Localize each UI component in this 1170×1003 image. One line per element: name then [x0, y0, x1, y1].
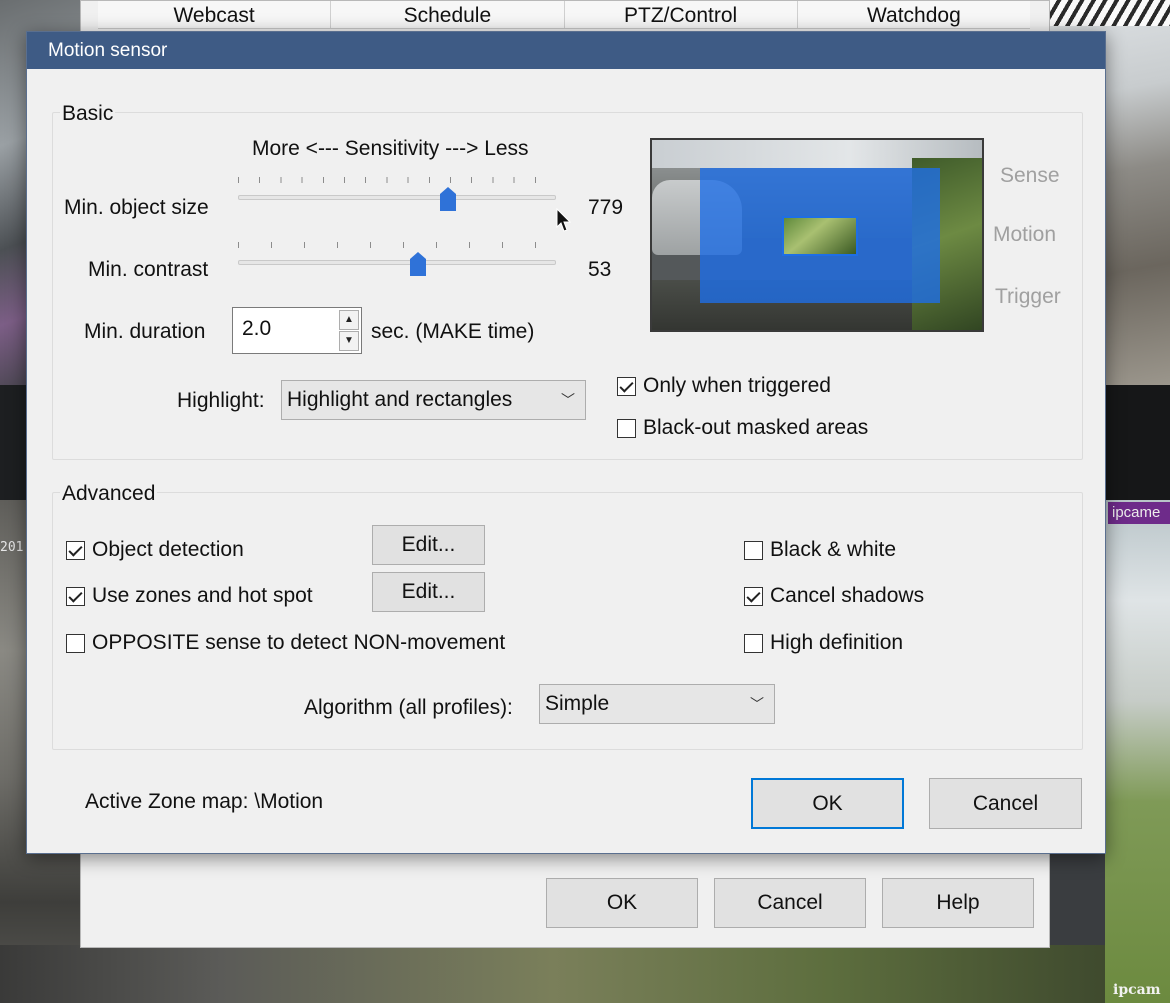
checkbox-box[interactable]	[617, 376, 636, 396]
preview-label-motion: Motion	[993, 223, 1057, 246]
black-white-label: Black & white	[770, 538, 897, 561]
checkbox-box[interactable]	[744, 586, 763, 606]
algorithm-label: Algorithm (all profiles):	[304, 696, 513, 719]
camera-divider	[1105, 385, 1170, 500]
only-when-triggered-label: Only when triggered	[643, 374, 831, 397]
edit-zones-button[interactable]: Edit...	[372, 572, 485, 612]
opposite-sense-checkbox[interactable]: OPPOSITE sense to detect NON-movement	[66, 631, 505, 655]
black-out-masked-label: Black-out masked areas	[643, 416, 869, 439]
advanced-group-title: Advanced	[60, 482, 158, 506]
checkbox-box[interactable]	[66, 540, 85, 560]
checkbox-box[interactable]	[66, 633, 85, 653]
tab-ptz-control[interactable]: PTZ/Control	[564, 1, 798, 28]
camera-feed-railing	[1050, 0, 1170, 26]
camera-feed-bottom-right	[1105, 500, 1170, 1003]
object-detection-checkbox[interactable]: Object detection	[66, 538, 244, 562]
camera-preview[interactable]	[650, 138, 984, 332]
tab-watchdog[interactable]: Watchdog	[797, 1, 1030, 28]
camera-stamp: ipcam	[1113, 982, 1161, 998]
spin-down-icon[interactable]: ▼	[339, 331, 359, 351]
slider-thumb[interactable]	[440, 187, 456, 211]
parent-cancel-button[interactable]: Cancel	[714, 878, 866, 928]
min-object-size-slider[interactable]	[238, 177, 556, 217]
camera-feed-bottom	[0, 945, 1105, 1003]
dialog-title: Motion sensor	[27, 32, 1105, 69]
cancel-shadows-label: Cancel shadows	[770, 584, 925, 607]
min-contrast-slider[interactable]	[238, 242, 556, 282]
highlight-dropdown[interactable]: Highlight and rectangles ﹀	[281, 380, 586, 420]
cancel-button[interactable]: Cancel	[929, 778, 1082, 829]
basic-group-title: Basic	[60, 102, 116, 126]
algorithm-dropdown[interactable]: Simple ﹀	[539, 684, 775, 724]
slider-thumb[interactable]	[410, 252, 426, 276]
black-white-checkbox[interactable]: Black & white	[744, 538, 896, 562]
sensitivity-caption: More <--- Sensitivity ---> Less	[252, 137, 529, 160]
chevron-down-icon: ﹀	[561, 392, 575, 408]
edit-object-detection-button[interactable]: Edit...	[372, 525, 485, 565]
slider-track	[238, 195, 556, 200]
high-definition-checkbox[interactable]: High definition	[744, 631, 903, 655]
slider-ticks	[238, 177, 556, 183]
highlight-selected: Highlight and rectangles	[287, 388, 513, 411]
motion-sensor-dialog: Motion sensor Basic More <--- Sensitivit…	[26, 31, 1106, 854]
use-zones-label: Use zones and hot spot	[92, 584, 313, 607]
min-object-size-label: Min. object size	[64, 196, 209, 219]
parent-help-button[interactable]: Help	[882, 878, 1034, 928]
preview-label-sense: Sense	[1000, 164, 1060, 187]
camera-name-label: ipcame	[1108, 502, 1170, 524]
ok-button[interactable]: OK	[751, 778, 904, 829]
preview-label-trigger: Trigger	[995, 285, 1061, 308]
only-when-triggered-checkbox[interactable]: Only when triggered	[617, 374, 831, 398]
tab-webcast[interactable]: Webcast	[98, 1, 332, 28]
high-definition-label: High definition	[770, 631, 904, 654]
min-duration-unit: sec. (MAKE time)	[371, 320, 535, 343]
slider-track	[238, 260, 556, 265]
checkbox-box[interactable]	[617, 418, 636, 438]
checkbox-box[interactable]	[744, 633, 763, 653]
active-zone-map: Active Zone map: \Motion	[85, 790, 324, 813]
min-duration-label: Min. duration	[84, 320, 206, 343]
use-zones-checkbox[interactable]: Use zones and hot spot	[66, 584, 313, 608]
cancel-shadows-checkbox[interactable]: Cancel shadows	[744, 584, 924, 608]
min-object-size-value: 779	[588, 196, 624, 219]
opposite-sense-label: OPPOSITE sense to detect NON-movement	[92, 631, 506, 654]
object-detection-label: Object detection	[92, 538, 244, 561]
parent-ok-button[interactable]: OK	[546, 878, 698, 928]
chevron-down-icon: ﹀	[750, 696, 764, 712]
algorithm-selected: Simple	[545, 692, 610, 715]
spin-up-icon[interactable]: ▲	[339, 310, 359, 330]
min-duration-spinbox[interactable]: 2.0 ▲ ▼	[232, 307, 362, 354]
camera-timestamp: 201	[0, 540, 24, 555]
checkbox-box[interactable]	[66, 586, 85, 606]
min-duration-input[interactable]: 2.0	[242, 317, 271, 341]
settings-tab-bar: Webcast Schedule PTZ/Control Watchdog	[98, 1, 1030, 29]
mouse-cursor-icon	[556, 208, 572, 232]
min-contrast-label: Min. contrast	[88, 258, 209, 281]
checkbox-box[interactable]	[744, 540, 763, 560]
black-out-masked-checkbox[interactable]: Black-out masked areas	[617, 416, 868, 440]
hotspot-area	[782, 216, 858, 256]
highlight-label: Highlight:	[177, 389, 265, 412]
min-contrast-value: 53	[588, 258, 612, 281]
slider-ticks	[238, 242, 556, 248]
tab-schedule[interactable]: Schedule	[331, 1, 565, 28]
